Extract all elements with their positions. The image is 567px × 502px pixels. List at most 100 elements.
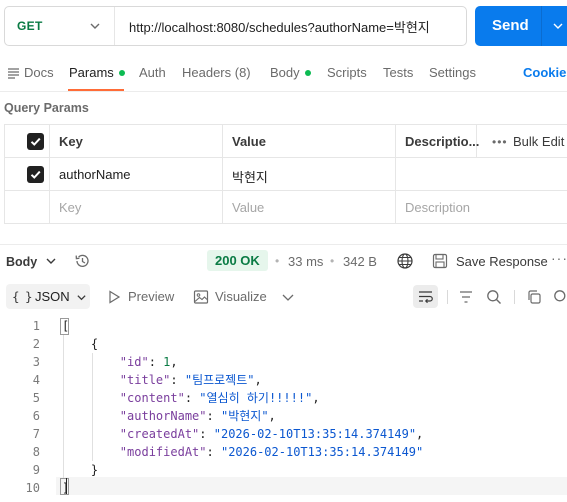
preview-tab[interactable]: Preview xyxy=(128,289,174,304)
code-line: "title": "팀프로젝트", xyxy=(119,373,262,387)
code-line: "createdAt": "2026-02-10T13:35:14.374149… xyxy=(119,427,424,441)
response-time[interactable]: 33 ms xyxy=(288,254,323,269)
description-placeholder: Description xyxy=(405,200,471,215)
json-string: "박현지" xyxy=(220,409,269,423)
new-description-cell[interactable]: Description xyxy=(396,191,567,224)
method-label: GET xyxy=(17,19,43,33)
toolbar-divider xyxy=(447,290,448,304)
toolbar-divider xyxy=(514,290,515,304)
json-author: 박현지 xyxy=(228,409,262,423)
key-header-label: Key xyxy=(59,134,83,149)
description-header-label: Descriptio... xyxy=(405,134,480,149)
select-all-cell xyxy=(5,125,50,158)
visualize-tab[interactable]: Visualize xyxy=(215,289,267,304)
key-placeholder: Key xyxy=(59,200,82,215)
code-line: "id": 1, xyxy=(119,355,178,369)
param-row: authorName 박현지 xyxy=(5,158,567,191)
param-description-cell[interactable] xyxy=(396,158,567,191)
response-body-tab[interactable]: Body xyxy=(6,255,37,269)
param-key-cell[interactable]: authorName xyxy=(50,158,223,191)
filter-icon[interactable] xyxy=(458,289,474,305)
checkbox-icon[interactable] xyxy=(27,133,44,150)
new-check-cell xyxy=(5,191,50,224)
json-key: "authorName" xyxy=(119,409,207,423)
url-box: GET xyxy=(4,6,467,46)
param-value-cell[interactable]: 박현지 xyxy=(223,158,396,191)
json-title: 팀프로젝트 xyxy=(192,373,248,387)
tab-params[interactable]: Params xyxy=(69,65,125,80)
body-active-dot xyxy=(304,69,311,76)
json-string: "2026-02-10T13:35:14.374149" xyxy=(213,427,417,441)
search-icon[interactable] xyxy=(553,289,567,305)
method-select[interactable]: GET xyxy=(5,7,115,45)
chevron-down-icon[interactable] xyxy=(552,20,564,32)
more-options-button[interactable]: ··· xyxy=(551,250,567,266)
json-string: "팀프로젝트" xyxy=(184,373,255,387)
response-size[interactable]: 342 B xyxy=(343,254,377,269)
wrap-lines-button[interactable] xyxy=(413,285,438,308)
params-active-dot xyxy=(118,69,125,76)
json-modified: 2026-02-10T13:35:14.374149 xyxy=(228,445,417,459)
tab-body[interactable]: Body xyxy=(270,65,311,80)
chevron-down-icon[interactable] xyxy=(280,289,296,305)
tab-params-label: Params xyxy=(69,65,114,80)
line-number: 10 xyxy=(25,481,40,495)
send-divider xyxy=(541,6,542,46)
braces-icon: { } xyxy=(12,289,33,304)
code-line: "modifiedAt": "2026-02-10T13:35:14.37414… xyxy=(119,445,424,459)
response-editor[interactable]: 1 2 3 4 5 6 7 8 9 10 [ { "id": 1, "title… xyxy=(0,315,567,502)
send-label: Send xyxy=(492,17,529,34)
code-line: "content": "열심히 하기!!!!!", xyxy=(119,391,320,405)
json-key: "createdAt" xyxy=(119,427,200,441)
json-key: "content" xyxy=(119,391,185,405)
chevron-down-icon xyxy=(77,295,86,301)
json-id: 1 xyxy=(163,355,171,369)
new-key-cell[interactable]: Key xyxy=(50,191,223,224)
tab-auth[interactable]: Auth xyxy=(139,65,166,80)
chevron-down-icon[interactable] xyxy=(45,255,57,267)
tab-scripts[interactable]: Scripts xyxy=(327,65,367,80)
params-table: Key Value Descriptio... ••• Bulk Edit au… xyxy=(4,124,567,224)
param-check-cell xyxy=(5,158,50,191)
line-number: 9 xyxy=(32,463,40,477)
line-number: 2 xyxy=(32,337,40,351)
history-icon[interactable] xyxy=(73,252,91,270)
value-header-label: Value xyxy=(232,134,266,149)
json-key: "title" xyxy=(119,373,171,387)
format-select[interactable]: { } JSON xyxy=(6,284,90,309)
copy-icon[interactable] xyxy=(526,289,542,305)
format-toolbar: { } JSON Preview Visualize xyxy=(0,282,567,312)
json-content: 열심히 하기!!!!! xyxy=(206,391,306,405)
status-badge[interactable]: 200 OK xyxy=(207,250,268,271)
chevron-down-icon xyxy=(90,23,100,29)
code-line: "authorName": "박현지", xyxy=(119,409,276,423)
line-number: 5 xyxy=(32,391,40,405)
tab-tests[interactable]: Tests xyxy=(383,65,413,80)
tab-settings[interactable]: Settings xyxy=(429,65,476,80)
json-created: 2026-02-10T13:35:14.374149 xyxy=(220,427,409,441)
send-button[interactable]: Send xyxy=(475,6,567,46)
query-params-title: Query Params xyxy=(4,101,89,115)
new-value-cell[interactable]: Value xyxy=(223,191,396,224)
more-icon[interactable]: ••• xyxy=(492,135,508,149)
bulk-edit-button[interactable]: Bulk Edit xyxy=(513,134,564,149)
url-input[interactable] xyxy=(129,7,464,45)
json-key: "modifiedAt" xyxy=(119,445,207,459)
line-number: 8 xyxy=(32,445,40,459)
docs-icon xyxy=(8,68,19,79)
cookies-link[interactable]: Cookies xyxy=(523,65,567,80)
code-line: } xyxy=(62,463,99,477)
tab-headers[interactable]: Headers (8) xyxy=(182,65,251,80)
line-number: 1 xyxy=(32,319,40,333)
save-response-button[interactable]: Save Response xyxy=(456,254,548,269)
search-icon[interactable] xyxy=(486,289,502,305)
json-key: "id" xyxy=(119,355,149,369)
globe-icon[interactable] xyxy=(396,252,414,270)
save-icon[interactable] xyxy=(432,253,448,269)
wrap-icon xyxy=(419,291,433,304)
format-label: JSON xyxy=(35,289,70,304)
tab-docs[interactable]: Docs xyxy=(24,65,54,80)
params-header-row: Key Value Descriptio... ••• Bulk Edit xyxy=(5,125,567,158)
active-line-highlight xyxy=(56,477,567,495)
checkbox-icon[interactable] xyxy=(27,166,44,183)
